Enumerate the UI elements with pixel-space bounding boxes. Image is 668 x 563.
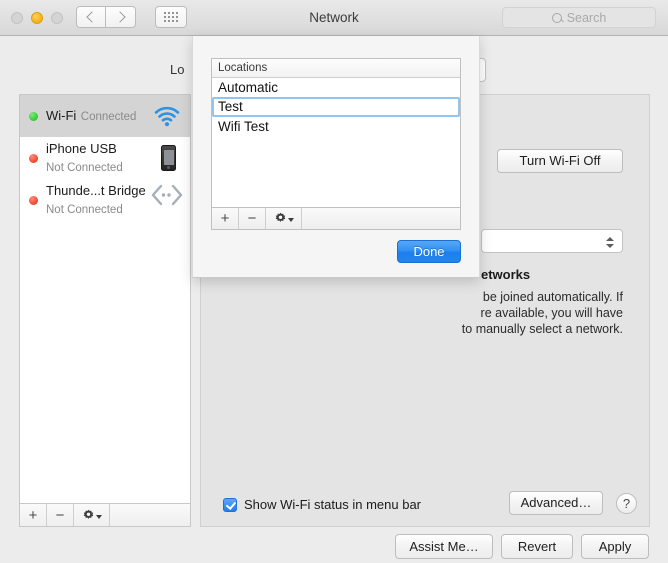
minus-icon: −	[55, 506, 65, 524]
service-name: iPhone USB	[46, 141, 117, 156]
window-titlebar: Network Search	[0, 0, 668, 36]
location-row-test-editing[interactable]: Test	[212, 97, 460, 117]
location-actions-button[interactable]	[266, 208, 302, 229]
service-name: Thunde...t Bridge	[46, 183, 146, 198]
service-row-thunderbolt-bridge[interactable]: Thunde...t Bridge Not Connected	[20, 179, 190, 221]
status-dot-disconnected	[29, 195, 38, 205]
ask-desc-line-2: re available, you will have	[480, 306, 623, 320]
turn-wifi-off-button[interactable]: Turn Wi-Fi Off	[497, 149, 623, 173]
ask-desc-line-3: to manually select a network.	[461, 322, 623, 336]
locations-sheet: Locations Automatic Test Wifi Test + − D…	[192, 36, 480, 278]
remove-service-button[interactable]: −	[47, 504, 74, 526]
network-name-popup-button[interactable]	[481, 229, 623, 253]
done-button[interactable]: Done	[397, 240, 461, 263]
wifi-icon	[150, 99, 184, 133]
location-row-automatic[interactable]: Automatic	[212, 78, 460, 97]
network-services-list[interactable]: Wi-Fi Connected iPhone USB Not Connected	[19, 94, 191, 504]
service-text: Thunde...t Bridge Not Connected	[46, 182, 150, 218]
revert-button[interactable]: Revert	[501, 534, 573, 559]
add-location-button[interactable]: +	[212, 208, 239, 229]
apply-button[interactable]: Apply	[581, 534, 649, 559]
wifi-icon-svg	[154, 106, 180, 127]
location-label: Lo	[170, 62, 185, 77]
help-button[interactable]: ?	[616, 493, 637, 514]
service-text: Wi-Fi Connected	[46, 107, 150, 125]
service-status: Not Connected	[46, 162, 123, 174]
gear-icon-svg	[83, 509, 93, 519]
gear-icon	[274, 212, 294, 225]
chevron-updown-icon	[604, 234, 616, 250]
show-status-label: Show Wi-Fi status in menu bar	[244, 497, 422, 512]
service-status: Not Connected	[46, 204, 123, 216]
service-text: iPhone USB Not Connected	[46, 140, 150, 176]
service-name: Wi-Fi	[46, 108, 77, 123]
search-icon	[551, 12, 562, 23]
minus-icon: −	[247, 210, 257, 227]
add-service-button[interactable]: +	[20, 504, 47, 526]
iphone-icon	[150, 141, 184, 175]
service-actions-button[interactable]	[74, 504, 110, 526]
status-dot-disconnected	[29, 153, 38, 163]
thunderbolt-icon-svg	[151, 184, 183, 206]
remove-location-button[interactable]: −	[239, 208, 266, 229]
service-row-wifi[interactable]: Wi-Fi Connected	[20, 95, 190, 137]
footer-filler	[110, 504, 190, 526]
ask-to-join-description: be joined automatically. If re available…	[311, 289, 623, 337]
plus-icon: +	[28, 506, 38, 524]
chevron-down-icon	[95, 514, 102, 519]
service-row-iphone-usb[interactable]: iPhone USB Not Connected	[20, 137, 190, 179]
thunderbolt-icon	[150, 183, 184, 217]
gear-icon-svg	[275, 212, 285, 222]
chevron-down-icon	[287, 218, 294, 222]
assist-me-button[interactable]: Assist Me…	[395, 534, 493, 559]
locations-table[interactable]: Locations Automatic Test Wifi Test	[211, 58, 461, 208]
show-status-checkbox[interactable]	[223, 497, 237, 512]
status-dot-connected	[29, 111, 38, 121]
search-input[interactable]: Search	[502, 7, 656, 28]
search-placeholder: Search	[566, 10, 607, 25]
gear-icon	[82, 509, 102, 522]
service-status: Connected	[80, 111, 137, 123]
services-list-footer: + −	[19, 504, 191, 527]
location-row-wifi-test[interactable]: Wifi Test	[212, 117, 460, 136]
show-status-checkbox-row[interactable]: Show Wi-Fi status in menu bar	[223, 497, 421, 512]
ask-to-join-heading: etworks	[481, 267, 531, 282]
locations-table-header: Locations	[212, 59, 460, 78]
locations-table-footer: + −	[211, 208, 461, 230]
plus-icon: +	[220, 210, 230, 227]
footer-filler	[302, 208, 460, 229]
advanced-button[interactable]: Advanced…	[509, 491, 603, 515]
bottom-button-bar: Assist Me… Revert Apply	[0, 531, 668, 563]
ask-desc-line-1: be joined automatically. If	[482, 290, 623, 304]
